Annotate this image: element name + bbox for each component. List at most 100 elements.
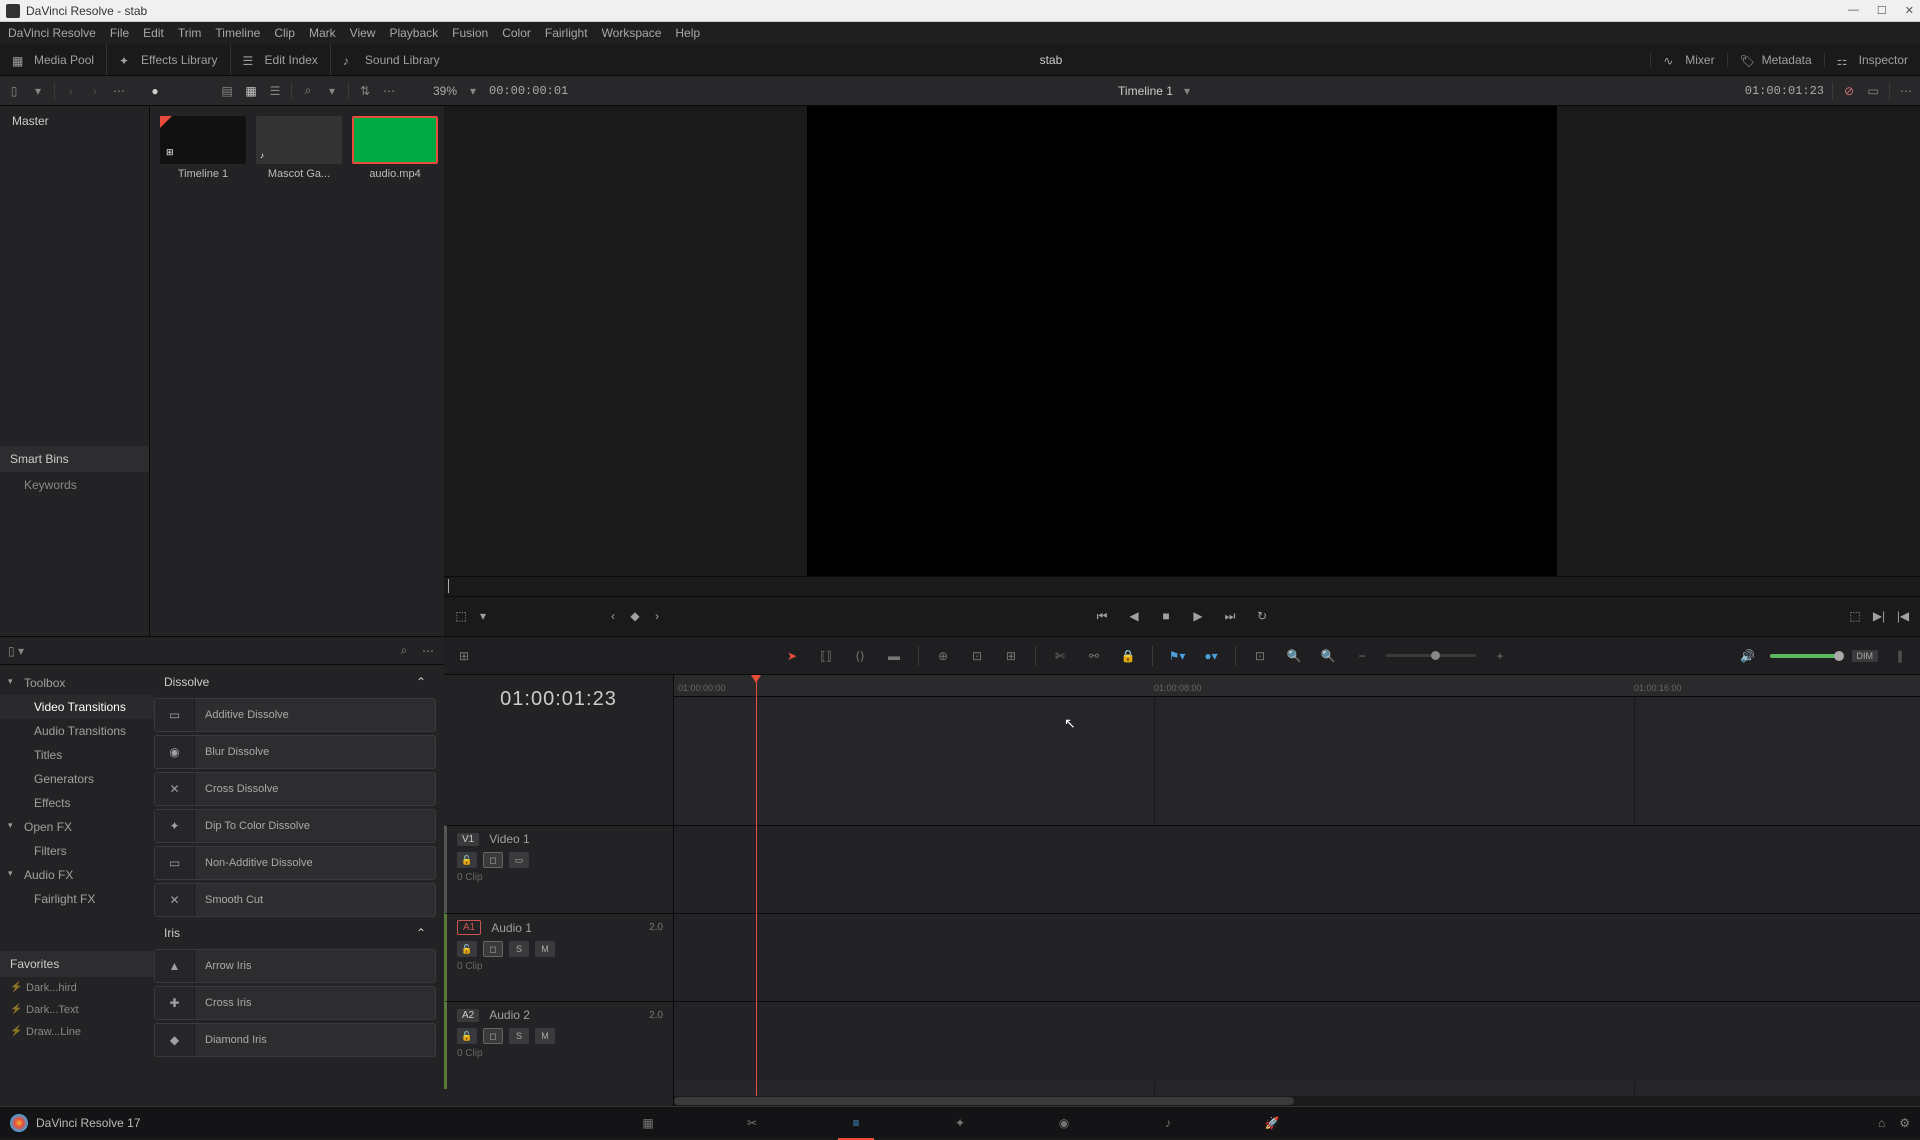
close-button[interactable]: ✕ (1905, 4, 1914, 17)
menu-fairlight[interactable]: Fairlight (545, 26, 588, 40)
options-icon[interactable]: ⋯ (1898, 83, 1914, 99)
metadata-toggle[interactable]: 🏷Metadata (1727, 53, 1824, 67)
monitor-icon[interactable]: 🔊 (1738, 646, 1758, 666)
next-frame-button[interactable]: ⏭ (1223, 609, 1237, 623)
menu-playback[interactable]: Playback (389, 26, 438, 40)
effects-node[interactable]: Effects (0, 791, 154, 815)
menu-workspace[interactable]: Workspace (602, 26, 662, 40)
iris-category[interactable]: Iris⌃ (154, 920, 436, 946)
options-icon[interactable]: ⋯ (381, 83, 397, 99)
single-viewer-icon[interactable]: ▭ (1865, 83, 1881, 99)
fx-non-additive[interactable]: ▭Non-Additive Dissolve (154, 846, 436, 880)
dim-button[interactable]: DIM (1852, 650, 1879, 662)
auto-select-icon[interactable]: ◻ (483, 941, 503, 957)
fx-blur-dissolve[interactable]: ◉Blur Dissolve (154, 735, 436, 769)
playhead[interactable] (756, 675, 757, 1135)
first-frame-button[interactable]: ⏮ (1095, 609, 1109, 623)
stop-button[interactable]: ■ (1159, 609, 1173, 623)
zoom-custom-icon[interactable]: 🔍 (1318, 646, 1338, 666)
track-header-a2[interactable]: A2Audio 2 2.0 🔓 ◻ S M 0 Clip (444, 1001, 673, 1089)
zoom-out-button[interactable]: − (1352, 646, 1372, 666)
master-bin[interactable]: Master (0, 106, 149, 136)
media-page-button[interactable]: ▦ (636, 1113, 660, 1133)
titles-node[interactable]: Titles (0, 743, 154, 767)
menu-clip[interactable]: Clip (274, 26, 295, 40)
lock-tool[interactable]: 🔒 (1118, 646, 1138, 666)
match-frame-icon[interactable]: ⬚ (1848, 609, 1862, 623)
zoom-in-button[interactable]: + (1490, 646, 1510, 666)
home-icon[interactable]: ⌂ (1878, 1116, 1885, 1130)
loop-button[interactable]: ↻ (1255, 609, 1269, 623)
edit-index-toggle[interactable]: ☰ Edit Index (230, 44, 330, 75)
mixer-toggle[interactable]: ∿Mixer (1650, 53, 1726, 67)
zoom-slider[interactable] (1386, 654, 1476, 657)
selection-tool[interactable]: ➤ (782, 646, 802, 666)
search-icon[interactable]: ⌕ (300, 83, 316, 99)
record-dot-icon[interactable]: ● (147, 83, 163, 99)
fx-cross-iris[interactable]: ✚Cross Iris (154, 986, 436, 1020)
search-icon[interactable]: ⌕ (396, 643, 412, 659)
generators-node[interactable]: Generators (0, 767, 154, 791)
sound-library-toggle[interactable]: ♪ Sound Library (330, 44, 452, 75)
fx-cross-dissolve[interactable]: ✕Cross Dissolve (154, 772, 436, 806)
fusion-page-button[interactable]: ✦ (948, 1113, 972, 1133)
replace-tool[interactable]: ⊞ (1001, 646, 1021, 666)
fairlight-page-button[interactable]: ♪ (1156, 1113, 1180, 1133)
bypass-icon[interactable]: ⊘ (1841, 83, 1857, 99)
maximize-button[interactable]: ☐ (1877, 4, 1887, 17)
fx-diamond-iris[interactable]: ◆Diamond Iris (154, 1023, 436, 1057)
menu-fusion[interactable]: Fusion (452, 26, 488, 40)
minimize-button[interactable]: — (1848, 4, 1859, 17)
transform-icon[interactable]: ⬚ (454, 609, 468, 623)
viewer-canvas[interactable] (807, 106, 1557, 576)
toolbox-node[interactable]: Toolbox (0, 671, 154, 695)
sort-icon[interactable]: ⇅ (357, 83, 373, 99)
chevron-down-icon[interactable]: ▾ (476, 609, 490, 623)
strip-view-icon[interactable]: ▤ (219, 83, 235, 99)
zoom-rect-icon[interactable]: ⊡ (1250, 646, 1270, 666)
sidebar-toggle-icon[interactable]: ▯ (6, 83, 22, 99)
smart-bins-header[interactable]: Smart Bins (0, 446, 149, 472)
video-transitions-node[interactable]: Video Transitions (0, 695, 154, 719)
mute-button[interactable]: M (535, 941, 555, 957)
next-keyframe-icon[interactable]: › (650, 609, 664, 623)
menu-color[interactable]: Color (502, 26, 531, 40)
chevron-down-icon[interactable]: ▾ (1179, 83, 1195, 99)
prev-frame-button[interactable]: ◀ (1127, 609, 1141, 623)
fairlightfx-node[interactable]: Fairlight FX (0, 887, 154, 911)
deliver-page-button[interactable]: 🚀 (1260, 1113, 1284, 1133)
link-tool[interactable]: ⚯ (1084, 646, 1104, 666)
settings-icon[interactable]: ⚙ (1899, 1116, 1910, 1130)
fx-arrow-iris[interactable]: ▲Arrow Iris (154, 949, 436, 983)
menu-view[interactable]: View (350, 26, 376, 40)
track-header-v1[interactable]: V1Video 1 🔓 ◻ ▭ 0 Clip (444, 825, 673, 913)
keywords-bin[interactable]: Keywords (0, 472, 149, 498)
goto-out-icon[interactable]: |◀ (1896, 609, 1910, 623)
jog-bar[interactable] (444, 577, 1920, 597)
menu-help[interactable]: Help (675, 26, 700, 40)
timeline-tracks[interactable]: 01:00:00:00 01:00:08:00 01:00:16:00 ↖ (674, 675, 1920, 1106)
audiofx-node[interactable]: Audio FX (0, 863, 154, 887)
edit-page-button[interactable]: ≡ (844, 1113, 868, 1133)
filters-node[interactable]: Filters (0, 839, 154, 863)
goto-in-icon[interactable]: ▶| (1872, 609, 1886, 623)
solo-button[interactable]: S (509, 941, 529, 957)
dissolve-category[interactable]: Dissolve⌃ (154, 669, 436, 695)
nav-back-icon[interactable]: ‹ (63, 83, 79, 99)
enable-icon[interactable]: ▭ (509, 852, 529, 868)
lock-icon[interactable]: 🔓 (457, 1028, 477, 1044)
media-pool-toggle[interactable]: ▦ Media Pool (0, 44, 106, 75)
meters-icon[interactable]: ∥ (1890, 646, 1910, 666)
fx-smooth-cut[interactable]: ✕Smooth Cut (154, 883, 436, 917)
menu-timeline[interactable]: Timeline (215, 26, 260, 40)
blade-tool[interactable]: ▬ (884, 646, 904, 666)
cut-page-button[interactable]: ✂ (740, 1113, 764, 1133)
fx-additive-dissolve[interactable]: ▭Additive Dissolve (154, 698, 436, 732)
track-lane-a1[interactable] (674, 913, 1920, 1001)
timeline-ruler[interactable]: 01:00:00:00 01:00:08:00 01:00:16:00 (674, 675, 1920, 697)
timeline-scrollbar[interactable] (674, 1096, 1920, 1106)
options-icon[interactable]: ⋯ (111, 83, 127, 99)
overwrite-tool[interactable]: ⊡ (967, 646, 987, 666)
chevron-down-icon[interactable]: ▾ (465, 83, 481, 99)
favorite-item[interactable]: Dark...Text (0, 999, 154, 1021)
